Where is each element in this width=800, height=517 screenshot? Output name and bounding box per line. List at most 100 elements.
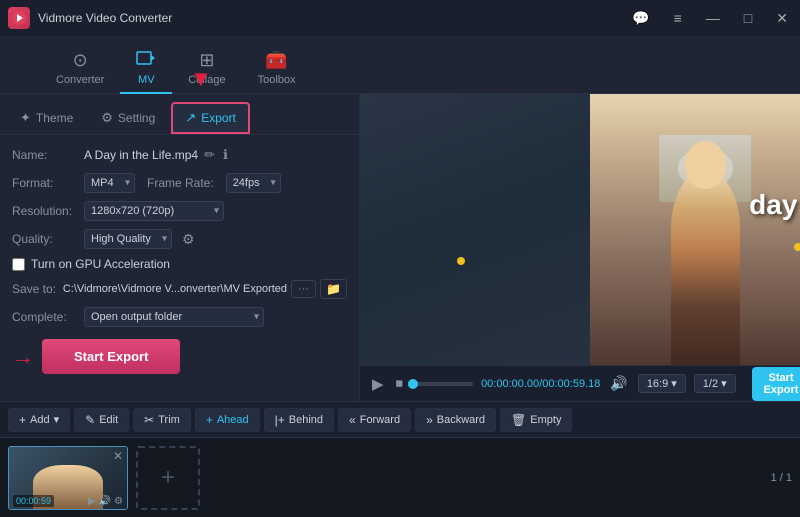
clip-controls: ▶ 🔊 ⚙ [88, 496, 123, 507]
ahead-icon: + [206, 413, 213, 427]
fraction-value: 1/2 [703, 378, 718, 390]
format-row: Format: MP4 Frame Rate: 24fps [12, 173, 347, 193]
ratio-button[interactable]: 16:9 ▾ [638, 374, 686, 393]
add-button[interactable]: + Add ▾ [8, 408, 70, 432]
theme-icon: ✦ [20, 110, 31, 126]
tab-mv[interactable]: MV [120, 44, 172, 94]
mv-icon [136, 50, 156, 71]
tab-converter[interactable]: ⊙ Converter [40, 44, 120, 94]
time-total: 00:00:59.18 [542, 378, 600, 390]
complete-select[interactable]: Open output folder [84, 307, 264, 327]
chat-icon[interactable]: 💬 [628, 8, 653, 29]
edit-icon: ✎ [85, 413, 95, 427]
forward-button[interactable]: « Forward [338, 408, 411, 432]
minimize-button[interactable]: — [702, 8, 724, 28]
backward-button[interactable]: » Backward [415, 408, 496, 432]
file-name: A Day in the Life.mp4 [84, 148, 198, 162]
format-value-container: MP4 Frame Rate: 24fps [84, 173, 347, 193]
gpu-label: Turn on GPU Acceleration [31, 257, 170, 271]
time-display: 00:00:00.00/00:00:59.18 [481, 378, 600, 390]
quality-value-container: High Quality ⚙ [84, 229, 347, 249]
frame-rate-select-wrapper[interactable]: 24fps [226, 173, 281, 193]
close-button[interactable]: ✕ [772, 8, 792, 29]
bottom-toolbar: + Add ▾ ✎ Edit ✂ Trim + Ahead |+ Behind … [0, 401, 800, 437]
forward-icon: « [349, 413, 356, 427]
play-small-icon[interactable]: ▶ [88, 496, 96, 507]
small-start-export-button[interactable]: Start Export [752, 367, 800, 401]
maximize-button[interactable]: □ [740, 8, 756, 28]
video-pane-left [360, 94, 590, 365]
save-row: Save to: C:\Vidmore\Vidmore V...onverter… [12, 279, 347, 299]
progress-dot [408, 379, 418, 389]
quality-row: Quality: High Quality ⚙ [12, 229, 347, 249]
quality-select[interactable]: High Quality [84, 229, 172, 249]
add-clip-button[interactable]: + [136, 446, 200, 510]
yellow-dot-left [457, 257, 465, 265]
trim-button[interactable]: ✂ Trim [133, 408, 191, 432]
export-label: Export [201, 111, 236, 125]
behind-button[interactable]: |+ Behind [264, 408, 334, 432]
start-export-arrow: → [12, 344, 34, 370]
arrow-indicator: ▼ [190, 66, 212, 92]
nav-tabs: ⊙ Converter MV ⊞ Collage 🧰 Toolbox [0, 36, 800, 94]
mv-label: MV [138, 74, 155, 86]
fraction-button[interactable]: 1/2 ▾ [694, 374, 736, 393]
clip-close-icon[interactable]: ✕ [113, 449, 123, 463]
quality-select-wrapper[interactable]: High Quality [84, 229, 172, 249]
tab-export[interactable]: ↗ Export [171, 102, 250, 134]
resolution-select-wrapper[interactable]: 1280x720 (720p) [84, 201, 224, 221]
stop-button[interactable]: ⏹ [394, 373, 406, 394]
open-folder-button[interactable]: 📁 [320, 279, 347, 299]
tab-setting[interactable]: ⚙ Setting [89, 104, 167, 132]
gpu-checkbox[interactable] [12, 258, 25, 271]
format-select-wrapper[interactable]: MP4 [84, 173, 135, 193]
complete-row: Complete: Open output folder [12, 307, 347, 327]
page-indicator: 1 / 1 [771, 472, 792, 484]
info-icon[interactable]: ℹ [221, 145, 230, 165]
complete-select-wrapper[interactable]: Open output folder [84, 307, 264, 327]
quality-settings-icon[interactable]: ⚙ [182, 231, 195, 248]
browse-path-button[interactable]: ··· [291, 280, 316, 298]
complete-label: Complete: [12, 310, 84, 324]
format-label: Format: [12, 176, 84, 190]
right-panel: ⊕ day [360, 94, 800, 401]
tab-theme[interactable]: ✦ Theme [8, 104, 85, 132]
progress-bar[interactable] [413, 382, 473, 386]
tab-toolbox[interactable]: 🧰 Toolbox [242, 44, 312, 94]
quality-label: Quality: [12, 232, 84, 246]
volume-small-icon[interactable]: 🔊 [99, 496, 111, 507]
gpu-row: Turn on GPU Acceleration [12, 257, 347, 271]
timeline-clip[interactable]: 00:00:59 ✕ ▶ 🔊 ⚙ [8, 446, 128, 510]
volume-button[interactable]: 🔊 [608, 373, 629, 394]
name-row: Name: A Day in the Life.mp4 ✏ ℹ [12, 145, 347, 165]
yellow-dot-right [794, 243, 800, 251]
video-controls: ▶ ⏹ 00:00:00.00/00:00:59.18 🔊 16:9 ▾ 1/2… [360, 365, 800, 401]
name-label: Name: [12, 148, 84, 162]
frame-rate-select[interactable]: 24fps [226, 173, 281, 193]
edit-name-icon[interactable]: ✏ [202, 145, 217, 165]
empty-button[interactable]: 🗑 Empty [500, 408, 572, 432]
format-select[interactable]: MP4 [84, 173, 135, 193]
controls-right: 00:00:00.00/00:00:59.18 🔊 16:9 ▾ 1/2 ▾ S… [481, 367, 800, 401]
start-export-button[interactable]: Start Export [42, 339, 180, 374]
ahead-button[interactable]: + Ahead [195, 408, 260, 432]
menu-icon[interactable]: ≡ [670, 8, 686, 28]
converter-label: Converter [56, 74, 104, 86]
edit-button[interactable]: ✎ Edit [74, 408, 129, 432]
resolution-label: Resolution: [12, 204, 84, 218]
ratio-dropdown-icon: ▾ [671, 377, 677, 390]
trim-label: Trim [158, 414, 180, 426]
setting-icon: ⚙ [101, 110, 113, 126]
trim-icon: ✂ [144, 413, 154, 427]
resolution-select[interactable]: 1280x720 (720p) [84, 201, 224, 221]
title-bar-right: 💬 ≡ — □ ✕ [628, 8, 792, 29]
settings-small-icon[interactable]: ⚙ [114, 496, 123, 507]
time-current: 00:00:00.00 [481, 378, 539, 390]
name-value-container: A Day in the Life.mp4 ✏ ℹ [84, 145, 347, 165]
forward-label: Forward [360, 414, 400, 426]
play-button[interactable]: ▶ [370, 373, 386, 395]
edit-label: Edit [99, 414, 118, 426]
video-text-overlay: day [749, 189, 797, 221]
timeline: 00:00:59 ✕ ▶ 🔊 ⚙ + 1 / 1 [0, 437, 800, 517]
empty-icon: 🗑 [511, 413, 526, 427]
